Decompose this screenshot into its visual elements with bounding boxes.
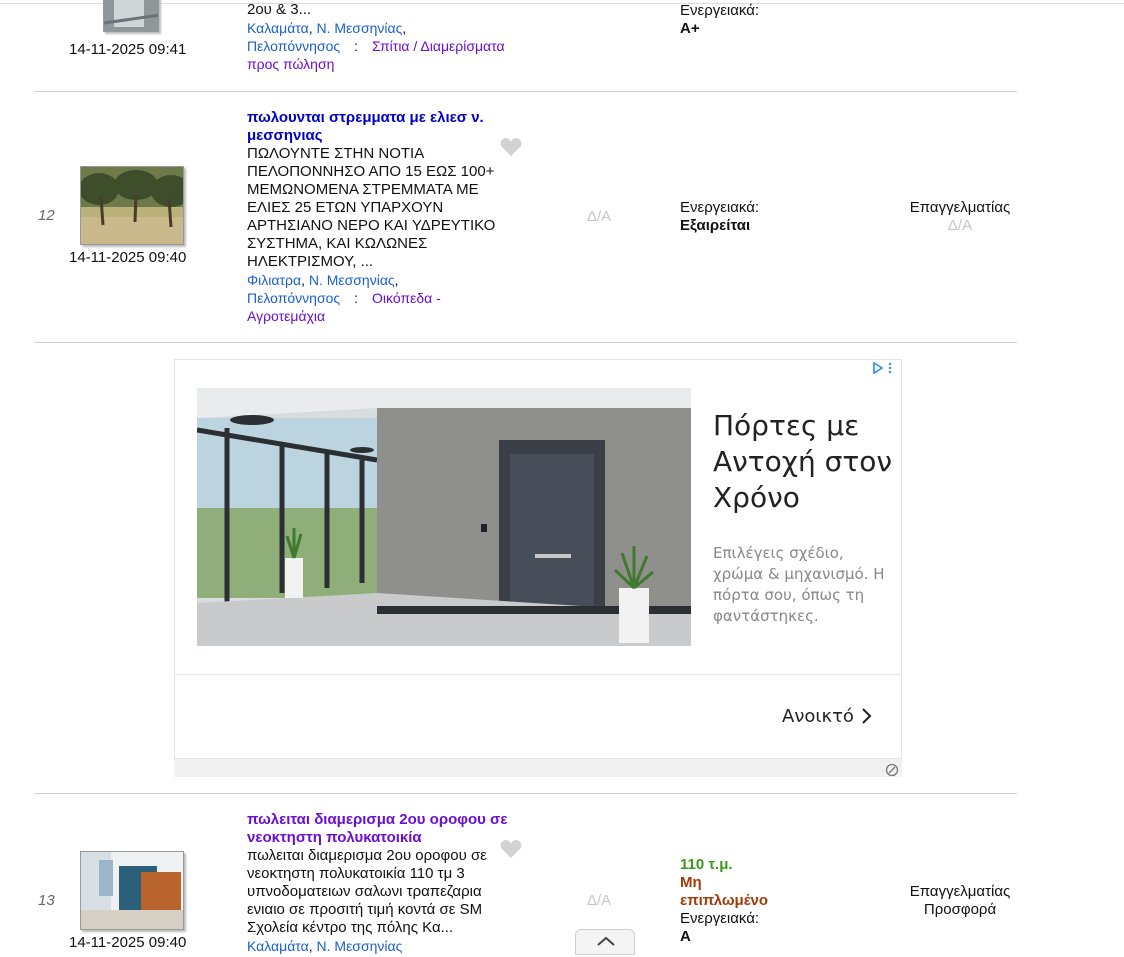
location-region-link[interactable]: Πελοπόννησος <box>247 38 340 54</box>
furnishing-value: Μη επιπλωμένο <box>680 874 768 909</box>
listing-date: 14-11-2025 09:40 <box>69 934 187 951</box>
location-prefecture-link[interactable]: Ν. Μεσσηνίας <box>317 938 403 954</box>
energy-info: Ενεργειακά: Εξαιρείται <box>680 199 760 234</box>
location-city-link[interactable]: Καλαμάτα <box>247 20 309 36</box>
ad-footer <box>174 759 902 777</box>
energy-info: 110 τ.μ. Μη επιπλωμένο Ενεργειακά: A <box>680 856 790 946</box>
listing-thumbnail[interactable] <box>103 0 159 32</box>
listing-date: 14-11-2025 09:40 <box>69 249 187 266</box>
listing-location: Καλαμάτα, Ν. Μεσσηνίας, Πελοπόννησος: Σπί… <box>247 20 505 72</box>
ad-feedback-icon[interactable] <box>885 763 899 777</box>
location-prefecture-link[interactable]: Ν. Μεσσηνίας <box>309 272 395 288</box>
listing-description: ΠΩΛΟΥΝΤΕ ΣΤΗΝ ΝΟΤΙΑ ΠΕΛΟΠΟΝΝΗΣΟ ΑΠΟ 15 Ε… <box>247 145 496 270</box>
listing-number: 13 <box>38 892 55 909</box>
listing-date: 14-11-2025 09:41 <box>69 41 187 58</box>
price-value: Δ/Α <box>587 892 612 909</box>
location-city-link[interactable]: Φιλιατρα <box>247 272 301 288</box>
listing-title-link[interactable]: πωλειται διαμερισμα 2ου οροφου σε νεοκτη… <box>247 811 515 847</box>
location-prefecture-link[interactable]: Ν. Μεσσηνίας <box>317 20 403 36</box>
listing-number: 12 <box>38 207 55 224</box>
energy-info: Ενεργειακά: A+ <box>680 2 760 37</box>
ad-body-text: Επιλέγεις σχέδιο, χρώμα & μηχανισμό. Η π… <box>713 544 885 625</box>
seller-type: Επαγγελματίας <box>909 883 1011 900</box>
scroll-to-top-button[interactable] <box>575 929 635 955</box>
ad-divider <box>175 674 901 675</box>
listing-location: Φιλιατρα, Ν. Μεσσηνίας, Πελοπόννησος: Οικ… <box>247 272 441 324</box>
row-divider <box>34 91 1017 92</box>
ad-choices-icon[interactable] <box>871 361 895 375</box>
seller-info: Επαγγελματίας Δ/Α <box>895 199 1025 235</box>
seller-offer: Προσφορά <box>923 901 997 918</box>
top-border <box>0 3 1124 4</box>
listing-thumbnail[interactable] <box>80 851 184 930</box>
listing-title-link[interactable]: πωλουνται στρεμματα με ελιεσ ν. μεσσηνια… <box>247 109 515 145</box>
ad-headline[interactable]: Πόρτες με Αντοχή στον Χρόνο <box>713 408 893 516</box>
listing-thumbnail[interactable] <box>80 166 184 245</box>
seller-offer: Δ/Α <box>947 217 973 234</box>
listing-location: Καλαμάτα, Ν. Μεσσηνίας <box>247 938 403 954</box>
chevron-right-icon[interactable] <box>861 706 873 731</box>
location-region-link[interactable]: Πελοπόννησος <box>247 290 340 306</box>
area-value: 110 τ.μ. <box>680 856 733 873</box>
location-city-link[interactable]: Καλαμάτα <box>247 938 309 954</box>
ad-banner[interactable]: Πόρτες με Αντοχή στον Χρόνο Επιλέγεις σχ… <box>174 359 902 759</box>
seller-info: Επαγγελματίας Προσφορά <box>895 883 1025 919</box>
energy-value: A <box>680 928 691 945</box>
ad-cta-button[interactable]: Ανοικτό <box>782 706 854 727</box>
price-value: Δ/Α <box>587 208 612 225</box>
listing-description: πωλειται διαμερισμα 2ου οροφου σε νεοκτη… <box>247 847 487 936</box>
energy-value: Εξαιρείται <box>680 217 751 234</box>
energy-value: A+ <box>680 20 700 37</box>
ad-image[interactable] <box>197 388 691 646</box>
row-divider <box>34 342 1017 343</box>
row-divider <box>34 793 1017 794</box>
listing-description: 2ου & 3... <box>247 1 312 18</box>
seller-type: Επαγγελματίας <box>909 199 1011 216</box>
